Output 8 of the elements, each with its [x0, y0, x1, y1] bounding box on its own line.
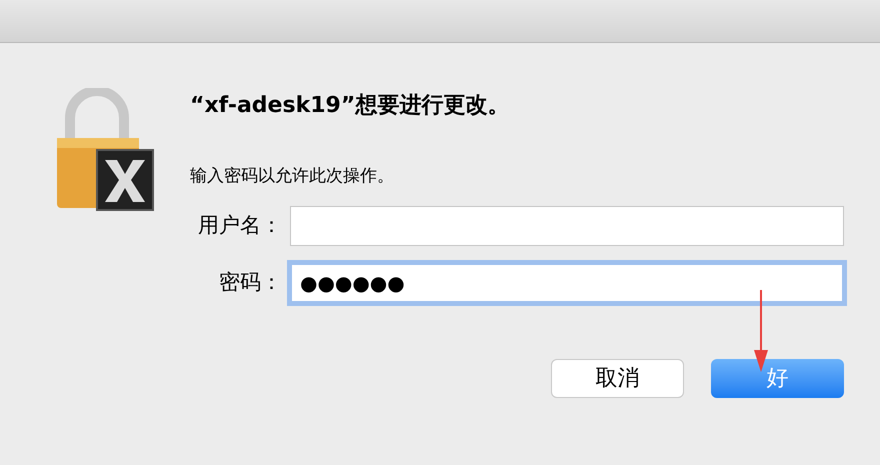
dialog-message: 输入密码以允许此次操作。 — [190, 165, 395, 188]
input-field[interactable]: ●●●●●● — [290, 262, 844, 302]
lock-icon — [55, 88, 155, 213]
field-label: 密码： — [218, 268, 283, 296]
input-field[interactable] — [290, 206, 844, 246]
dialog-title: “xf-adesk19”想要进行更改。 — [190, 92, 510, 120]
field-label: 用户名： — [197, 212, 283, 239]
dialog-button[interactable]: 取消 — [551, 358, 684, 398]
